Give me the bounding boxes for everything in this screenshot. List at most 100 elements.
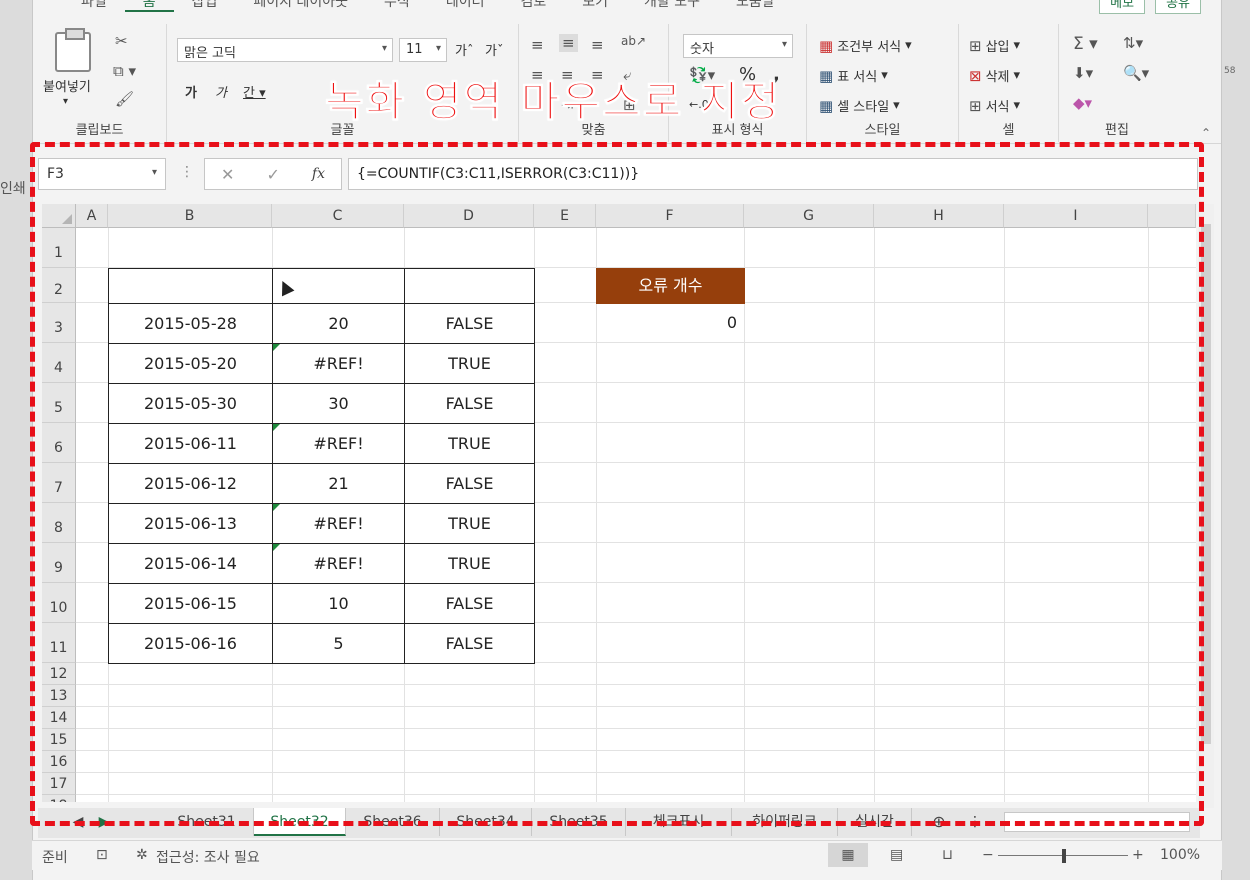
table-cell[interactable]: 21: [272, 463, 405, 504]
row-header[interactable]: 5: [42, 383, 76, 423]
table-cell[interactable]: 2015-05-20: [108, 343, 273, 384]
error-indicator-icon[interactable]: [273, 424, 280, 431]
row-header[interactable]: 7: [42, 463, 76, 503]
row-header[interactable]: 12: [42, 663, 76, 685]
table-cell[interactable]: TRUE: [404, 543, 535, 584]
tab-insert[interactable]: 삽입: [174, 0, 236, 12]
column-header[interactable]: F: [596, 204, 744, 228]
table-cell[interactable]: 2015-06-13: [108, 503, 273, 544]
table-cell[interactable]: 5: [272, 623, 405, 664]
row-header[interactable]: 11: [42, 623, 76, 663]
formula-bar-grip-icon[interactable]: ⋮: [180, 164, 194, 180]
name-box[interactable]: F3 ▾: [38, 158, 166, 190]
tab-view[interactable]: 보기: [564, 0, 626, 12]
number-format-combo[interactable]: 숫자 ▾: [683, 34, 793, 58]
accessibility-status[interactable]: 접근성: 조사 필요: [156, 847, 260, 867]
scroll-tabs-left-icon[interactable]: ◀: [58, 808, 98, 836]
column-header[interactable]: C: [272, 204, 404, 228]
table-cell[interactable]: 2015-05-28: [108, 303, 273, 344]
vertical-scrollbar[interactable]: [1198, 204, 1214, 808]
sort-filter-icon[interactable]: ⇅▾: [1123, 34, 1143, 52]
tab-split-handle[interactable]: ⋮: [968, 808, 982, 836]
cell-style-button[interactable]: ▦ 셀 스타일 ▾: [819, 96, 900, 116]
font-name-combo[interactable]: 맑은 고딕 ▾: [177, 38, 393, 62]
column-header[interactable]: B: [108, 204, 272, 228]
bold-icon[interactable]: 가: [185, 82, 197, 101]
tab-data[interactable]: 데이터: [428, 0, 503, 12]
table-cell[interactable]: FALSE: [404, 383, 535, 424]
sheet-tab[interactable]: Sheet36: [346, 808, 440, 836]
column-header[interactable]: G: [744, 204, 874, 228]
page-layout-view-icon[interactable]: ▤: [890, 847, 903, 863]
zoom-slider-thumb[interactable]: [1062, 849, 1066, 863]
table-cell[interactable]: 30: [272, 383, 405, 424]
error-indicator-icon[interactable]: [273, 504, 280, 511]
delete-cells-button[interactable]: ⊠ 삭제 ▾: [969, 66, 1020, 86]
row-header[interactable]: 9: [42, 543, 76, 583]
paste-button[interactable]: 붙여넣기: [43, 76, 91, 95]
table-cell[interactable]: FALSE: [404, 623, 535, 664]
table-cell[interactable]: 10: [272, 583, 405, 624]
tab-page-layout[interactable]: 페이지 레이아웃: [235, 0, 366, 12]
increase-font-icon[interactable]: 가ˆ: [455, 40, 473, 59]
sheet-tab[interactable]: 체크표시: [626, 808, 732, 836]
table-cell[interactable]: 2015-06-11: [108, 423, 273, 464]
sheet-tab[interactable]: Sheet32: [254, 808, 346, 836]
row-header[interactable]: 1: [42, 228, 76, 268]
row-header[interactable]: 15: [42, 729, 76, 751]
select-all-corner[interactable]: [42, 204, 76, 228]
tab-review[interactable]: 검토: [502, 0, 564, 12]
memo-button[interactable]: 메모: [1099, 0, 1146, 14]
align-middle-icon[interactable]: ≡: [559, 34, 578, 52]
align-bottom-icon[interactable]: ≡: [591, 36, 604, 54]
zoom-out-icon[interactable]: −: [982, 847, 994, 863]
table-cell[interactable]: FALSE: [404, 583, 535, 624]
row-header[interactable]: 16: [42, 751, 76, 773]
macro-record-icon[interactable]: ⊡: [96, 847, 108, 863]
page-break-view-icon[interactable]: ⊔: [942, 847, 953, 863]
table-cell[interactable]: 2015-06-15: [108, 583, 273, 624]
table-cell[interactable]: TRUE: [404, 503, 535, 544]
sheet-tab[interactable]: 하이퍼링크: [732, 808, 838, 836]
row-header[interactable]: 17: [42, 773, 76, 795]
decrease-font-icon[interactable]: 가ˇ: [485, 40, 503, 59]
share-button[interactable]: 공유: [1155, 0, 1201, 14]
table-cell[interactable]: 20: [272, 303, 405, 344]
sheet-tab[interactable]: Sheet34: [440, 808, 532, 836]
column-header[interactable]: H: [874, 204, 1004, 228]
copy-icon[interactable]: ⧉ ▾: [113, 62, 136, 80]
table-cell[interactable]: 2015-05-30: [108, 383, 273, 424]
italic-icon[interactable]: 가: [215, 82, 227, 101]
cut-icon[interactable]: ✂: [115, 32, 128, 50]
underline-icon[interactable]: 간 ▾: [243, 82, 266, 101]
zoom-in-icon[interactable]: +: [1132, 847, 1144, 863]
table-header-cell[interactable]: 오류 판단: [404, 268, 535, 304]
insert-cells-button[interactable]: ⊞ 삽입 ▾: [969, 36, 1020, 56]
vertical-scroll-thumb[interactable]: [1201, 224, 1211, 744]
tab-file[interactable]: 파일: [63, 0, 125, 12]
normal-view-icon[interactable]: ▦: [828, 843, 868, 867]
scroll-tabs-right-icon[interactable]: ▶: [94, 808, 114, 836]
table-cell[interactable]: #REF!: [272, 423, 405, 464]
table-cell[interactable]: TRUE: [404, 343, 535, 384]
column-header[interactable]: D: [404, 204, 534, 228]
tab-help[interactable]: 도움말: [718, 0, 793, 12]
sheet-tab[interactable]: Sheet35: [532, 808, 626, 836]
column-header[interactable]: I: [1004, 204, 1148, 228]
error-indicator-icon[interactable]: [273, 544, 280, 551]
table-cell[interactable]: #REF!: [272, 503, 405, 544]
sheet-tab[interactable]: Sheet31: [160, 808, 254, 836]
find-icon[interactable]: 🔍▾: [1123, 64, 1149, 82]
row-header[interactable]: 4: [42, 343, 76, 383]
row-header[interactable]: 6: [42, 423, 76, 463]
font-size-combo[interactable]: 11 ▾: [399, 38, 447, 62]
autosum-icon[interactable]: Σ ▾: [1073, 34, 1098, 54]
column-header[interactable]: A: [76, 204, 108, 228]
tab-developer[interactable]: 개발 도구: [626, 0, 718, 12]
table-cell[interactable]: #REF!: [272, 343, 405, 384]
row-header[interactable]: 8: [42, 503, 76, 543]
column-header[interactable]: E: [534, 204, 596, 228]
error-count-header[interactable]: 오류 개수: [596, 268, 745, 304]
conditional-format-button[interactable]: ▦ 조건부 서식 ▾: [819, 36, 912, 56]
horizontal-scrollbar[interactable]: [1004, 812, 1190, 832]
